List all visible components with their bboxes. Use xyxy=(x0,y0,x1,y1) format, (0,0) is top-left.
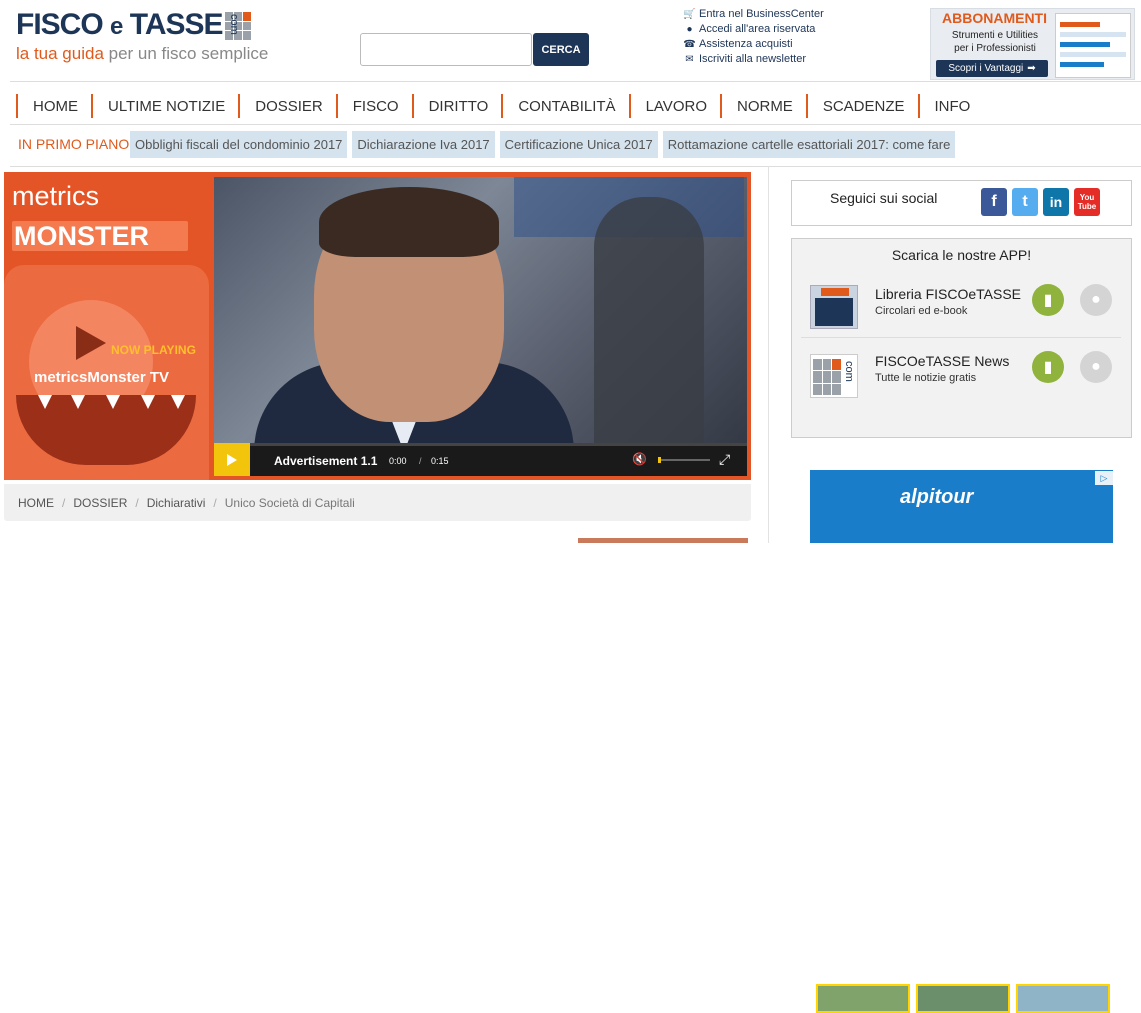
link-area-riservata[interactable]: ● Accedi all'area riservata xyxy=(684,22,824,37)
primo-piano-tag[interactable]: Dichiarazione Iva 2017 xyxy=(352,131,495,158)
nav-lavoro[interactable]: LAVORO xyxy=(628,94,720,118)
breadcrumb: HOME / DOSSIER / Dichiarativi / Unico Socie… xyxy=(4,484,751,521)
logo-com: com xyxy=(228,14,240,35)
nav-fisco[interactable]: FISCO xyxy=(335,94,412,118)
nav-contabilita[interactable]: CONTABILITÀ xyxy=(501,94,628,118)
subscription-cta-button[interactable]: Scopri i Vantaggi ➡ xyxy=(936,60,1048,77)
primo-piano-tag[interactable]: Rottamazione cartelle esattoriali 2017: … xyxy=(662,131,956,158)
logo-e: e xyxy=(110,13,123,40)
search-button[interactable]: CERCA xyxy=(533,33,589,66)
cart-icon: 🛒 xyxy=(683,9,696,20)
app-libreria[interactable]: Libreria FISCOeTASSE Circolari ed e-book xyxy=(875,286,1021,317)
primo-piano-divider xyxy=(10,166,1141,167)
app-news[interactable]: FISCOeTASSE News Tutte le notizie gratis xyxy=(875,353,1009,384)
mail-icon: ✉ xyxy=(685,54,694,65)
apps-box xyxy=(791,238,1132,438)
metrics-brand-top: metrics xyxy=(12,181,99,211)
apps-title: Scarica le nostre APP! xyxy=(891,247,1032,263)
news-app-icon[interactable]: com xyxy=(810,354,858,398)
nav-ultime-notizie[interactable]: ULTIME NOTIZIE xyxy=(91,94,238,118)
alpitour-logo: alpitour xyxy=(900,486,974,508)
breadcrumb-home[interactable]: HOME xyxy=(18,496,54,510)
metrics-brand-bottom: MONSTER xyxy=(12,221,188,251)
fullscreen-icon[interactable]: ⤢ xyxy=(719,451,730,468)
tagline: la tua guida per un fisco semplice xyxy=(16,44,268,64)
adchoices-icon[interactable]: ▷ xyxy=(1095,471,1113,485)
tagline-highlight: la tua guida xyxy=(16,44,104,63)
volume-slider[interactable] xyxy=(658,457,710,463)
article-thumbnail[interactable] xyxy=(578,538,748,543)
breadcrumb-dichiarativi[interactable]: Dichiarativi xyxy=(147,496,206,510)
nav-norme[interactable]: NORME xyxy=(719,94,806,118)
logo-tasse: TASSE xyxy=(129,8,224,41)
apple-icon[interactable]: ● xyxy=(1080,351,1112,383)
nav-home[interactable]: HOME xyxy=(16,94,91,118)
channel-name: metricsMonster TV xyxy=(34,369,170,386)
app-desc: Tutte le notizie gratis xyxy=(875,372,977,384)
link-newsletter[interactable]: ✉ Iscriviti alla newsletter xyxy=(684,52,824,67)
search-input[interactable] xyxy=(360,33,532,66)
linkedin-icon[interactable]: in xyxy=(1043,188,1069,216)
apple-icon[interactable]: ● xyxy=(1080,284,1112,316)
site-logo[interactable]: FISCO e TASSE xyxy=(16,8,224,42)
video-frame[interactable] xyxy=(214,177,747,476)
tagline-rest: per un fisco semplice xyxy=(103,44,269,63)
app-name: FISCOeTASSE News xyxy=(875,353,1010,369)
arrow-right-icon: ➡ xyxy=(1027,63,1036,74)
facebook-icon[interactable]: f xyxy=(981,188,1007,216)
primo-piano-tags: Obblighi fiscali del condominio 2017 Dic… xyxy=(130,131,956,158)
support-icon: ☎ xyxy=(683,39,696,50)
nav-diritto[interactable]: DIRITTO xyxy=(411,94,502,118)
android-icon[interactable]: ▮ xyxy=(1032,284,1064,316)
subscription-preview-image xyxy=(1055,13,1131,78)
nav-info[interactable]: INFO xyxy=(917,94,984,118)
primo-piano-tag[interactable]: Certificazione Unica 2017 xyxy=(499,131,658,158)
android-icon[interactable]: ▮ xyxy=(1032,351,1064,383)
youtube-icon[interactable]: You Tube xyxy=(1074,188,1100,216)
top-links: 🛒 Entra nel BusinessCenter ● Accedi all'ar… xyxy=(683,7,824,67)
mute-icon[interactable]: 🔇 xyxy=(632,452,647,466)
breadcrumb-dossier[interactable]: DOSSIER xyxy=(73,496,127,510)
lock-icon: ● xyxy=(686,24,693,35)
video-duration: 0:15 xyxy=(431,456,449,466)
link-assistenza[interactable]: ☎ Assistenza acquisti xyxy=(683,37,824,52)
app-desc: Circolari ed e-book xyxy=(875,305,968,317)
app-name: Libreria FISCOeTASSE xyxy=(875,286,1022,302)
breadcrumb-current: Unico Società di Capitali xyxy=(224,495,355,510)
now-playing-label: NOW PLAYING xyxy=(111,343,196,357)
video-time-separator: / xyxy=(419,456,422,466)
play-icon xyxy=(227,453,237,466)
ad-label: Advertisement 1.1 xyxy=(274,454,378,468)
nav-dossier[interactable]: DOSSIER xyxy=(238,94,336,118)
video-play-button[interactable] xyxy=(214,443,250,476)
subscription-title: ABBONAMENTI xyxy=(942,10,1047,26)
link-businesscenter[interactable]: 🛒 Entra nel BusinessCenter xyxy=(683,7,823,22)
video-current-time: 0:00 xyxy=(389,456,407,466)
play-icon[interactable] xyxy=(76,326,106,360)
nav-divider-top xyxy=(10,81,1141,82)
primo-piano-label: IN PRIMO PIANO: xyxy=(18,136,134,152)
social-label: Seguici sui social xyxy=(830,190,938,206)
main-nav: HOME ULTIME NOTIZIE DOSSIER FISCO DIRITT… xyxy=(16,94,983,118)
nav-divider-bottom xyxy=(10,124,1141,125)
subscription-subtitle: Strumenti e Utilities per i Professionis… xyxy=(951,30,1039,54)
libreria-app-icon[interactable] xyxy=(810,285,858,329)
twitter-icon[interactable]: t xyxy=(1012,188,1038,216)
primo-piano-tag[interactable]: Obblighi fiscali del condominio 2017 xyxy=(130,131,348,158)
column-divider xyxy=(768,166,769,543)
logo-fisco: FISCO xyxy=(16,8,104,41)
apps-divider xyxy=(801,337,1121,338)
video-progress-bar[interactable] xyxy=(250,443,747,446)
nav-scadenze[interactable]: SCADENZE xyxy=(805,94,918,118)
